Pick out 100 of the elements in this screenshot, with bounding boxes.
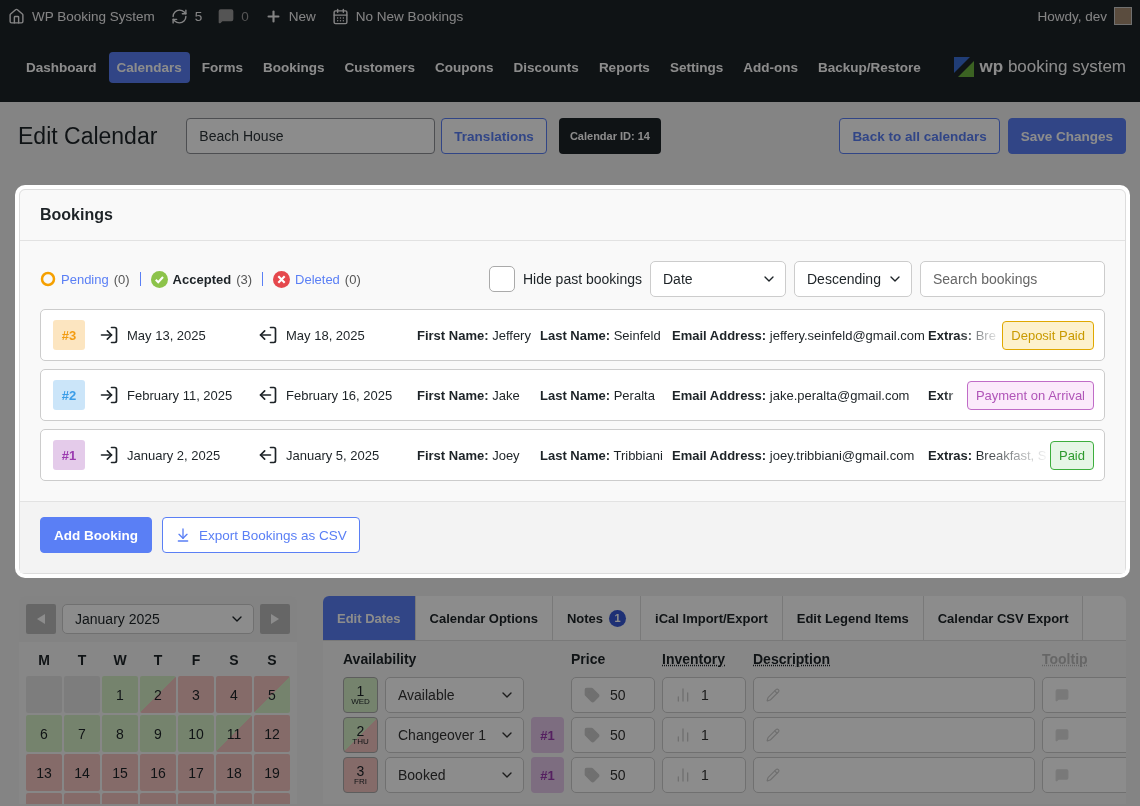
calendar-day[interactable]: 18 <box>216 754 252 791</box>
check-out-icon <box>258 445 278 465</box>
email: Email Address: jeffery.seinfeld@gmail.com <box>672 327 926 343</box>
new-link[interactable]: New <box>264 7 316 25</box>
nav-item[interactable]: Settings <box>661 51 732 83</box>
bookings-link[interactable]: No New Bookings <box>331 7 464 25</box>
tab[interactable]: Edit Dates <box>323 596 416 640</box>
column-header: Price <box>571 651 607 669</box>
check-out-date: February 16, 2025 <box>286 387 393 403</box>
nav-item[interactable]: Dashboard <box>18 51 105 83</box>
prev-month-button[interactable] <box>26 604 56 634</box>
nav-item[interactable]: Calendars <box>108 51 190 83</box>
inventory-field[interactable]: 1 <box>662 717 746 753</box>
right-triangle-icon <box>271 614 279 624</box>
nav-item[interactable]: Backup/Restore <box>809 51 929 83</box>
calendar-day[interactable]: 1 <box>102 676 138 713</box>
calendar-day[interactable]: 17 <box>178 754 214 791</box>
calendar-day[interactable]: 16 <box>140 754 176 791</box>
calendar-day[interactable]: 5 <box>254 676 290 713</box>
status-filter[interactable]: Pending (0) <box>40 271 130 287</box>
calendar-name-field[interactable]: Beach House <box>186 118 436 154</box>
weekday-label: T <box>152 651 164 670</box>
checkbox[interactable] <box>488 266 515 292</box>
back-button[interactable]: Back to all calendars <box>839 118 1000 154</box>
payment-status: Deposit Paid <box>1002 320 1094 350</box>
calendar-day[interactable]: 10 <box>178 715 214 752</box>
save-button[interactable]: Save Changes <box>1007 118 1126 154</box>
calendar-day[interactable]: 8 <box>102 715 138 752</box>
last-name: Last Name: Tribbiani <box>540 447 664 463</box>
translations-button[interactable]: Translations <box>441 118 547 154</box>
status-filter[interactable]: Accepted (3) <box>150 270 253 288</box>
booking-number: #3 <box>53 320 85 350</box>
column-header: Inventory <box>662 651 726 669</box>
description-field[interactable] <box>753 757 1035 793</box>
x-circle-icon <box>273 270 291 288</box>
last-name: Last Name: Seinfeld <box>540 327 662 343</box>
pencil-icon <box>766 768 780 782</box>
booking-row[interactable]: #3 May 13, 2025 May 18, 2025 First Name: Jeffery Last Name: Seinfeld Email Address: jeffery.seinfeld@gmail.com Extras: Bre Deposit Paid <box>40 309 1105 361</box>
pending-icon <box>40 271 56 287</box>
booking-number: #1 <box>53 440 85 470</box>
calendar-day[interactable]: 13 <box>26 754 62 791</box>
calendar-day[interactable]: 15 <box>102 754 138 791</box>
calendar-day[interactable]: 6 <box>26 715 62 752</box>
payment-status: Paid <box>1049 440 1094 470</box>
calendar-day[interactable]: 4 <box>216 676 252 713</box>
booking-row[interactable]: #2 February 11, 2025 February 16, 2025 First Name: Jake Last Name: Peralta Email Address: jake.peralta@gmail.com Extr Payment on Arrival <box>40 369 1105 421</box>
first-name: First Name: Jeffery <box>417 327 532 343</box>
sort-select[interactable]: Date <box>650 261 786 297</box>
availability-select[interactable]: Booked <box>385 757 524 793</box>
order-select[interactable]: Descending <box>794 261 912 297</box>
nav-item[interactable]: Add-ons <box>735 51 806 83</box>
availability-select[interactable]: Changeover 1 <box>385 717 524 753</box>
plus-icon <box>264 7 282 25</box>
tag-icon <box>584 767 600 783</box>
add-booking-button[interactable]: Add Booking <box>40 517 152 553</box>
calendar-day[interactable]: 12 <box>254 715 290 752</box>
nav-item[interactable]: Discounts <box>505 51 587 83</box>
month-select[interactable]: January 2025 <box>62 604 254 634</box>
tag-icon <box>584 727 600 743</box>
next-month-button[interactable] <box>260 604 290 634</box>
calendar-day[interactable]: 2 <box>140 676 176 713</box>
panel-title: Bookings <box>20 190 1125 241</box>
check-circle-icon <box>150 270 168 288</box>
tooltip-field[interactable] <box>1042 677 1126 713</box>
price-field[interactable]: 50 <box>571 717 655 753</box>
account-link[interactable]: Howdy, dev <box>1037 7 1132 25</box>
site-link[interactable]: WP Booking System <box>8 7 155 25</box>
calendar-day[interactable]: 14 <box>64 754 100 791</box>
calendar-day[interactable]: 7 <box>64 715 100 752</box>
inventory-field[interactable]: 1 <box>662 677 746 713</box>
nav-item[interactable]: Coupons <box>427 51 502 83</box>
weekday-label: T <box>76 651 88 670</box>
status-filter[interactable]: Deleted (0) <box>273 270 361 288</box>
price-field[interactable]: 50 <box>571 677 655 713</box>
check-in-icon <box>99 325 119 345</box>
logo: wp booking system <box>953 57 1126 77</box>
description-field[interactable] <box>753 717 1035 753</box>
nav-item[interactable]: Customers <box>336 51 424 83</box>
column-header: Availability <box>343 651 418 669</box>
count-badge: 1 <box>609 609 627 627</box>
nav-item[interactable]: Bookings <box>255 51 333 83</box>
calendar-day[interactable]: 11 <box>216 715 252 752</box>
calendar-day[interactable]: 19 <box>254 754 290 791</box>
calendar-day[interactable]: 9 <box>140 715 176 752</box>
availability-select[interactable]: Available <box>385 677 524 713</box>
updates-link[interactable]: 5 <box>170 7 203 25</box>
price-field[interactable]: 50 <box>571 757 655 793</box>
calendar-day[interactable]: 3 <box>178 676 214 713</box>
bar-chart-icon <box>675 687 691 703</box>
description-field[interactable] <box>753 677 1035 713</box>
nav-item[interactable]: Reports <box>590 51 658 83</box>
check-in-icon <box>99 385 119 405</box>
search-field[interactable]: Search bookings <box>920 261 1105 297</box>
export-button[interactable]: Export Bookings as CSV <box>162 517 360 553</box>
inventory-field[interactable]: 1 <box>662 757 746 793</box>
nav-item[interactable]: Forms <box>193 51 252 83</box>
bar-chart-icon <box>675 727 691 743</box>
tooltip-field[interactable] <box>1042 717 1126 753</box>
tooltip-field[interactable] <box>1042 757 1126 793</box>
last-name: Last Name: Peralta <box>540 387 656 403</box>
